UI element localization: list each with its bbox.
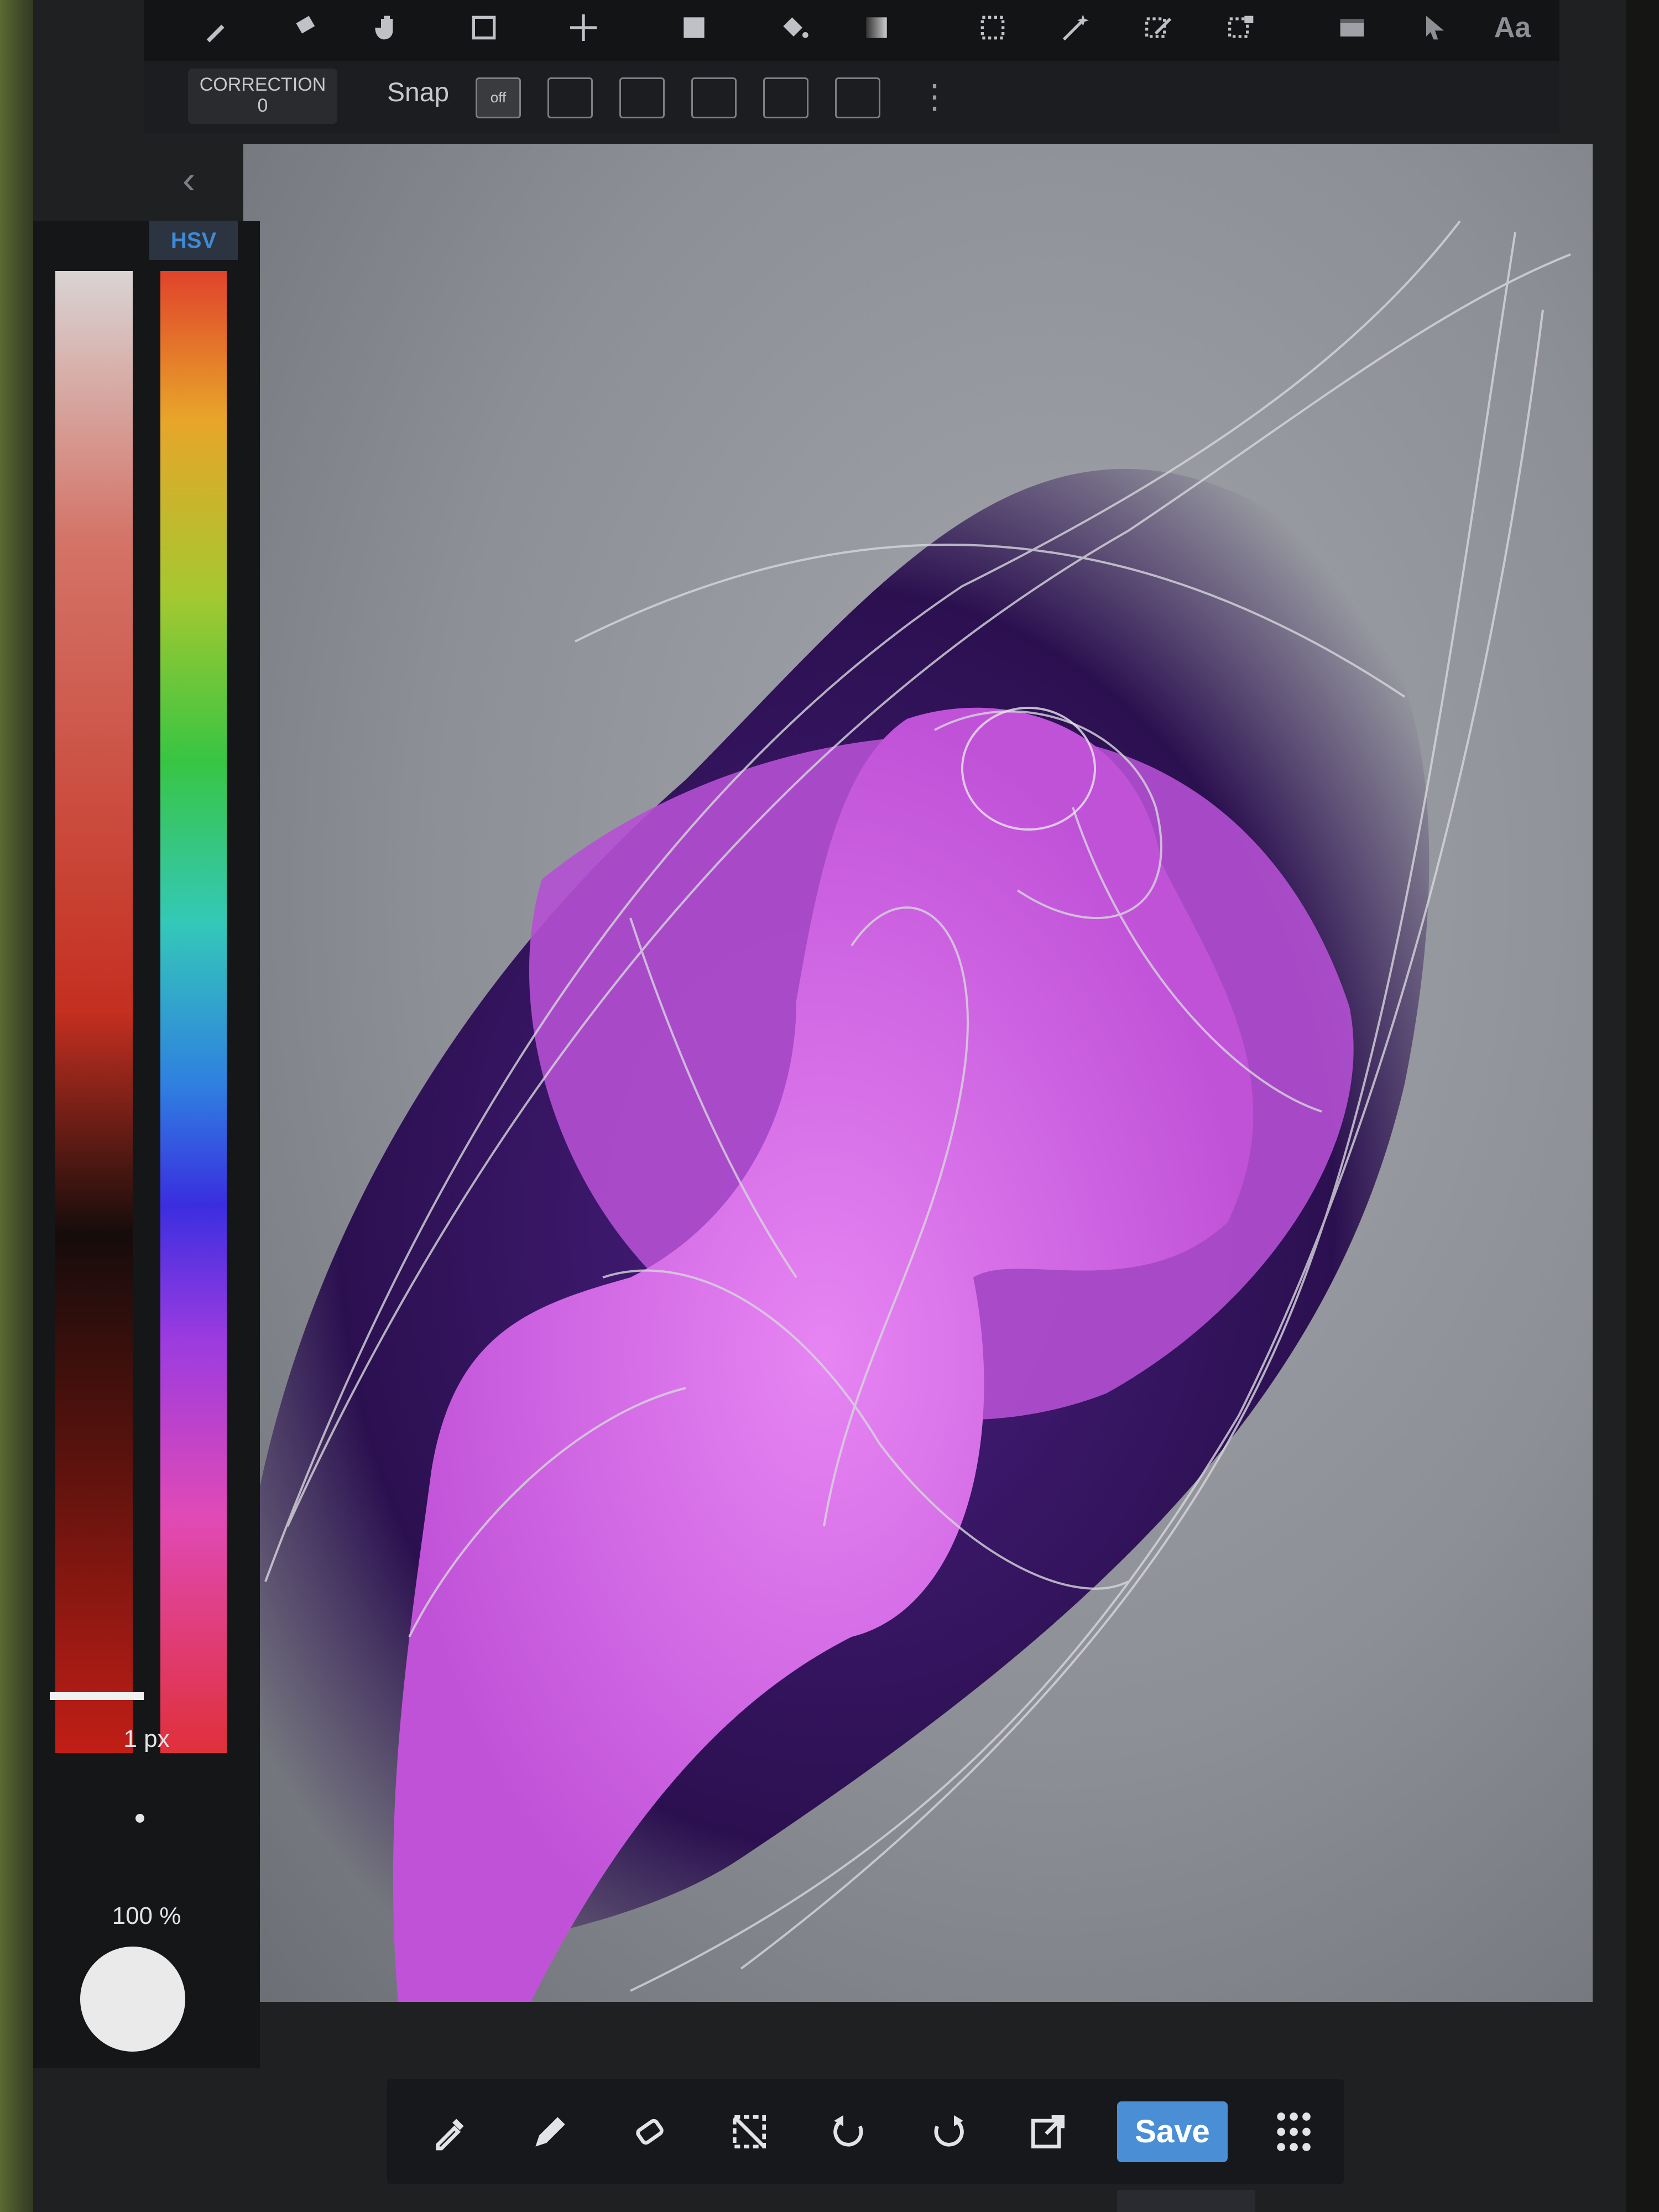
pointer-icon[interactable] [1405, 0, 1465, 55]
select-icon[interactable] [962, 0, 1023, 55]
gradient-icon[interactable] [846, 0, 907, 55]
bucket-icon[interactable] [763, 0, 824, 55]
export-icon[interactable] [1018, 2101, 1078, 2162]
brush-icon[interactable] [188, 0, 249, 55]
fonts-button[interactable]: Aa [1482, 0, 1543, 55]
saturation-slider[interactable] [55, 271, 133, 1753]
fill-rect-icon[interactable] [664, 0, 724, 55]
current-color-swatch[interactable] [80, 1947, 185, 2052]
rectangle-icon[interactable] [453, 0, 514, 55]
artwork [243, 220, 1571, 2002]
snap-parallel-icon[interactable] [547, 77, 593, 118]
select-pen-icon[interactable] [1128, 0, 1189, 55]
snap-concentric-icon[interactable] [835, 77, 880, 118]
hue-slider[interactable] [160, 271, 227, 1753]
correction-value: 0 [257, 95, 268, 116]
correction-button[interactable]: CORRECTION 0 [188, 69, 337, 124]
more-options-icon[interactable]: ⋮ [918, 77, 951, 116]
redo-icon[interactable] [918, 2101, 979, 2162]
snap-grid-icon[interactable] [619, 77, 665, 118]
layer-icon[interactable] [1322, 0, 1383, 55]
back-chevron-icon[interactable]: ‹ [182, 158, 195, 202]
opacity-label[interactable]: 100 % [33, 1902, 260, 1930]
hand-icon[interactable] [359, 0, 420, 55]
snap-perspective-icon[interactable] [763, 77, 808, 118]
undo-icon[interactable] [818, 2101, 879, 2162]
color-panel: HSV 1 px 100 % [33, 221, 260, 2068]
move-icon[interactable] [553, 0, 614, 55]
eraser-icon[interactable] [276, 0, 337, 55]
eyedropper-icon[interactable] [420, 2101, 481, 2162]
saturation-slider-handle[interactable] [50, 1692, 144, 1700]
snap-off-button[interactable]: off [476, 77, 521, 118]
bottom-toolbar: Save [387, 2079, 1344, 2184]
snap-off-label: off [490, 89, 507, 106]
magic-wand-icon[interactable] [1045, 0, 1106, 55]
select-eraser-icon[interactable] [1211, 0, 1272, 55]
sub-toolbar: CORRECTION 0 Snap off ⋮ [144, 61, 1559, 133]
fonts-label: Aa [1494, 12, 1531, 44]
hsv-tab[interactable]: HSV [149, 221, 238, 260]
snap-horizontal-icon[interactable] [691, 77, 737, 118]
brush-size-label[interactable]: 1 px [33, 1725, 260, 1753]
eraser-icon[interactable] [619, 2101, 680, 2162]
grid-menu-icon[interactable] [1261, 2101, 1322, 2162]
drawing-canvas[interactable] [243, 144, 1593, 2002]
top-toolbar: Aa [144, 0, 1559, 61]
save-button[interactable]: Save [1117, 2101, 1228, 2162]
snap-label: Snap [387, 78, 450, 107]
brush-size-preview [135, 1814, 144, 1823]
pen-icon[interactable] [520, 2101, 581, 2162]
correction-label: CORRECTION [199, 74, 326, 95]
home-indicator [1117, 2190, 1255, 2212]
clear-selection-icon[interactable] [719, 2101, 780, 2162]
